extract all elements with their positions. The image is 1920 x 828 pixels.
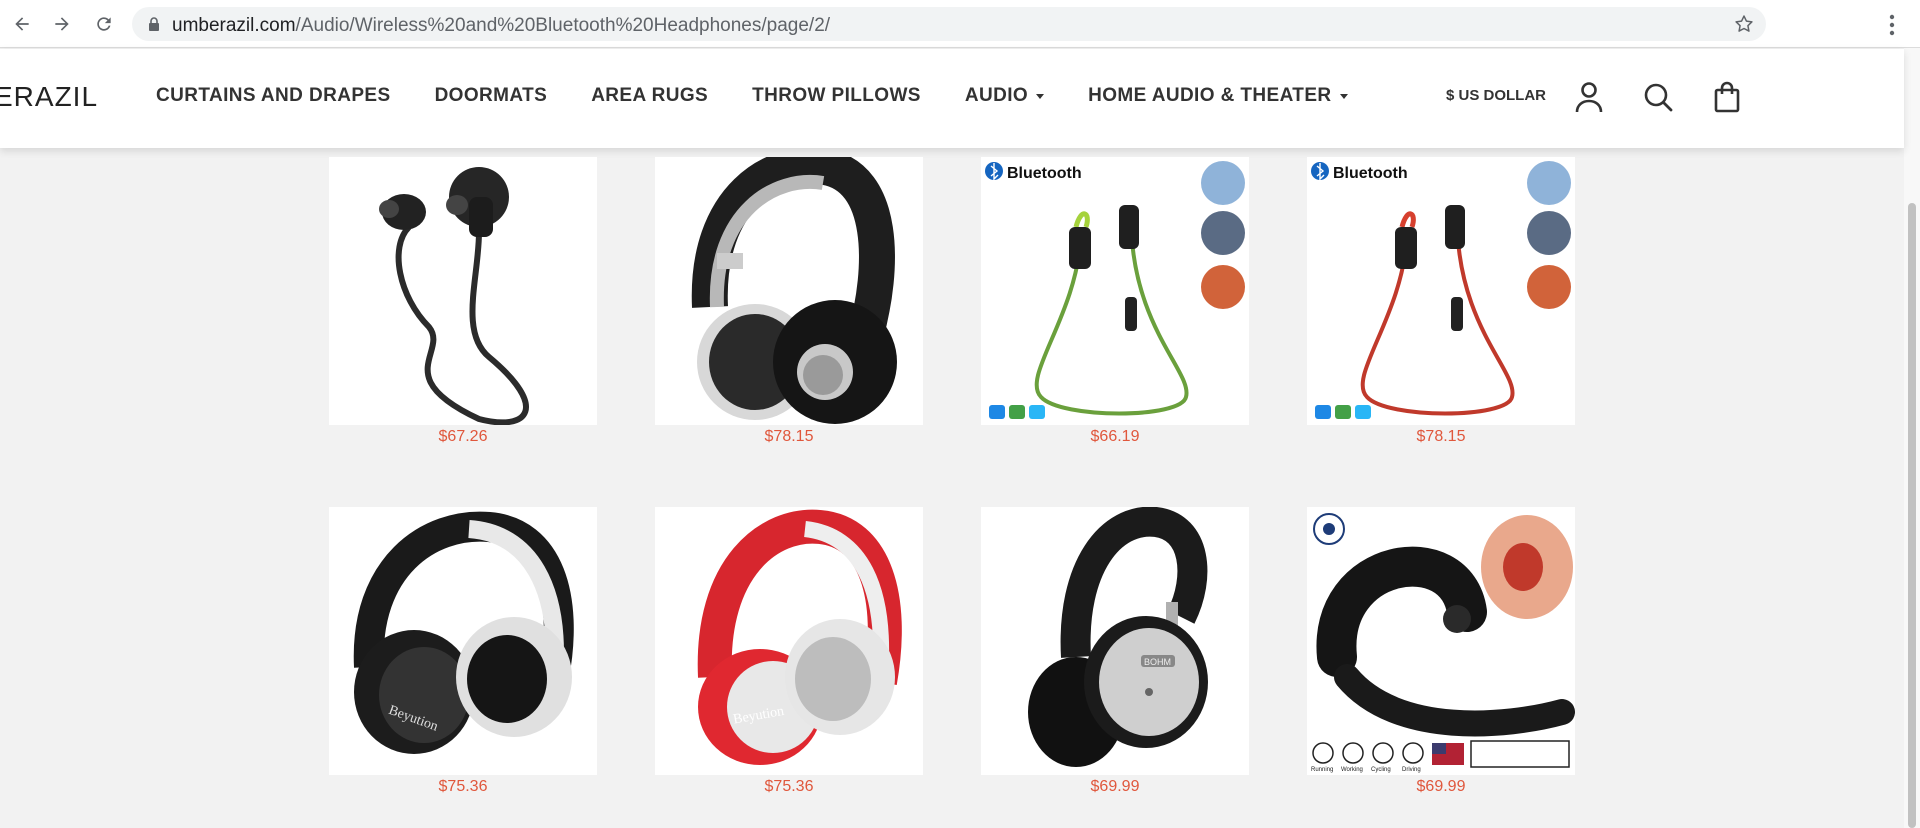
nav-throw-pillows[interactable]: THROW PILLOWS	[752, 85, 921, 107]
bookmark-star-icon[interactable]	[1734, 14, 1754, 34]
red-white-headphones-image: Beyution	[697, 509, 902, 765]
product-price[interactable]: $66.19	[981, 428, 1249, 446]
product-price[interactable]: $75.36	[655, 778, 923, 796]
nav-label: AUDIO	[964, 85, 1029, 106]
bluetooth-badge: Bluetooth	[1333, 165, 1408, 182]
brand-label: BOHM	[1144, 657, 1171, 667]
product-price[interactable]: $69.99	[981, 778, 1249, 796]
product-card[interactable]: Beyution $75.36	[329, 507, 597, 796]
nav-curtains-and-drapes[interactable]: CURTAINS AND DRAPES	[156, 85, 391, 107]
search-icon[interactable]	[1640, 79, 1676, 115]
nav-label: HOME AUDIO & THEATER	[1088, 85, 1332, 106]
black-silver-headphones-image: BOHM	[1028, 507, 1208, 767]
forward-button[interactable]	[48, 10, 76, 38]
red-bluetooth-earbuds-image: Bluetooth	[1311, 161, 1571, 419]
product-price[interactable]: $78.15	[1307, 428, 1575, 446]
back-button[interactable]	[8, 10, 36, 38]
shopping-bag-icon[interactable]	[1709, 79, 1745, 115]
product-price[interactable]: $67.26	[329, 428, 597, 446]
product-price[interactable]: $78.15	[655, 428, 923, 446]
nav-label: DOORMATS	[434, 85, 548, 106]
site-logo[interactable]: ERAZIL	[0, 81, 98, 113]
nav-home-audio-theater[interactable]: HOME AUDIO & THEATER	[1088, 85, 1348, 107]
main-navigation: CURTAINS AND DRAPES DOORMATS AREA RUGS T…	[156, 85, 1348, 107]
nav-label: CURTAINS AND DRAPES	[156, 85, 391, 106]
product-image[interactable]	[329, 157, 597, 425]
lock-icon	[149, 17, 159, 31]
url-domain: umberazil.com	[172, 15, 296, 36]
product-image[interactable]: Running Working Cycling Driving	[1307, 507, 1575, 775]
product-image[interactable]: Beyution	[329, 507, 597, 775]
nav-doormats[interactable]: DOORMATS	[435, 85, 548, 107]
icon-caption: Running	[1311, 767, 1333, 773]
product-image[interactable]: Beyution	[655, 507, 923, 775]
url-text: umberazil.com/Audio/Wireless%20and%20Blu…	[172, 15, 830, 37]
url-path: /Audio/Wireless%20and%20Bluetooth%20Head…	[295, 15, 831, 36]
product-image[interactable]: Bluetooth	[981, 157, 1249, 425]
bluetooth-badge: Bluetooth	[1007, 165, 1082, 182]
browser-toolbar: umberazil.com/Audio/Wireless%20and%20Blu…	[0, 0, 1920, 48]
nav-audio[interactable]: AUDIO	[964, 85, 1045, 107]
currency-selector[interactable]: $ US DOLLAR	[1446, 87, 1546, 104]
product-price[interactable]: $69.99	[1307, 778, 1575, 796]
product-card[interactable]: Bluetooth $78.15	[1307, 157, 1575, 446]
address-bar[interactable]: umberazil.com/Audio/Wireless%20and%20Blu…	[132, 7, 1766, 41]
bone-conduction-headset-image: Running Working Cycling Driving	[1311, 513, 1575, 773]
scrollbar-thumb[interactable]	[1908, 203, 1916, 828]
arrow-left-icon	[15, 17, 29, 31]
reload-icon	[97, 17, 111, 31]
icon-caption: Working	[1341, 767, 1363, 773]
neckband-earbuds-image	[379, 167, 529, 425]
reload-button[interactable]	[90, 10, 118, 38]
product-card[interactable]: $78.15	[655, 157, 923, 446]
icon-caption: Driving	[1402, 767, 1421, 773]
nav-label: THROW PILLOWS	[752, 85, 921, 106]
product-card[interactable]: Beyution $75.36	[655, 507, 923, 796]
product-card[interactable]: $67.26	[329, 157, 597, 446]
green-bluetooth-earbuds-image: Bluetooth	[985, 161, 1245, 419]
product-card[interactable]: BOHM $69.99	[981, 507, 1249, 796]
more-menu-icon[interactable]	[1882, 12, 1902, 38]
product-price[interactable]: $75.36	[329, 778, 597, 796]
product-image[interactable]: BOHM	[981, 507, 1249, 775]
product-card[interactable]: Running Working Cycling Driving $69.99	[1307, 507, 1575, 796]
icon-caption: Cycling	[1371, 767, 1391, 773]
caret-down-icon	[1339, 93, 1348, 99]
on-ear-headphones-image	[691, 157, 897, 424]
product-image[interactable]	[655, 157, 923, 425]
nav-area-rugs[interactable]: AREA RUGS	[591, 85, 708, 107]
caret-down-icon	[1036, 93, 1045, 99]
black-white-headphones-image: Beyution	[353, 511, 574, 754]
user-icon[interactable]	[1571, 79, 1607, 115]
arrow-right-icon	[55, 17, 69, 31]
site-header: ERAZIL CURTAINS AND DRAPES DOORMATS AREA…	[0, 49, 1904, 148]
product-image[interactable]: Bluetooth	[1307, 157, 1575, 425]
page-scrollbar[interactable]	[1904, 48, 1920, 828]
product-card[interactable]: Bluetooth $66.19	[981, 157, 1249, 446]
nav-label: AREA RUGS	[591, 85, 709, 106]
